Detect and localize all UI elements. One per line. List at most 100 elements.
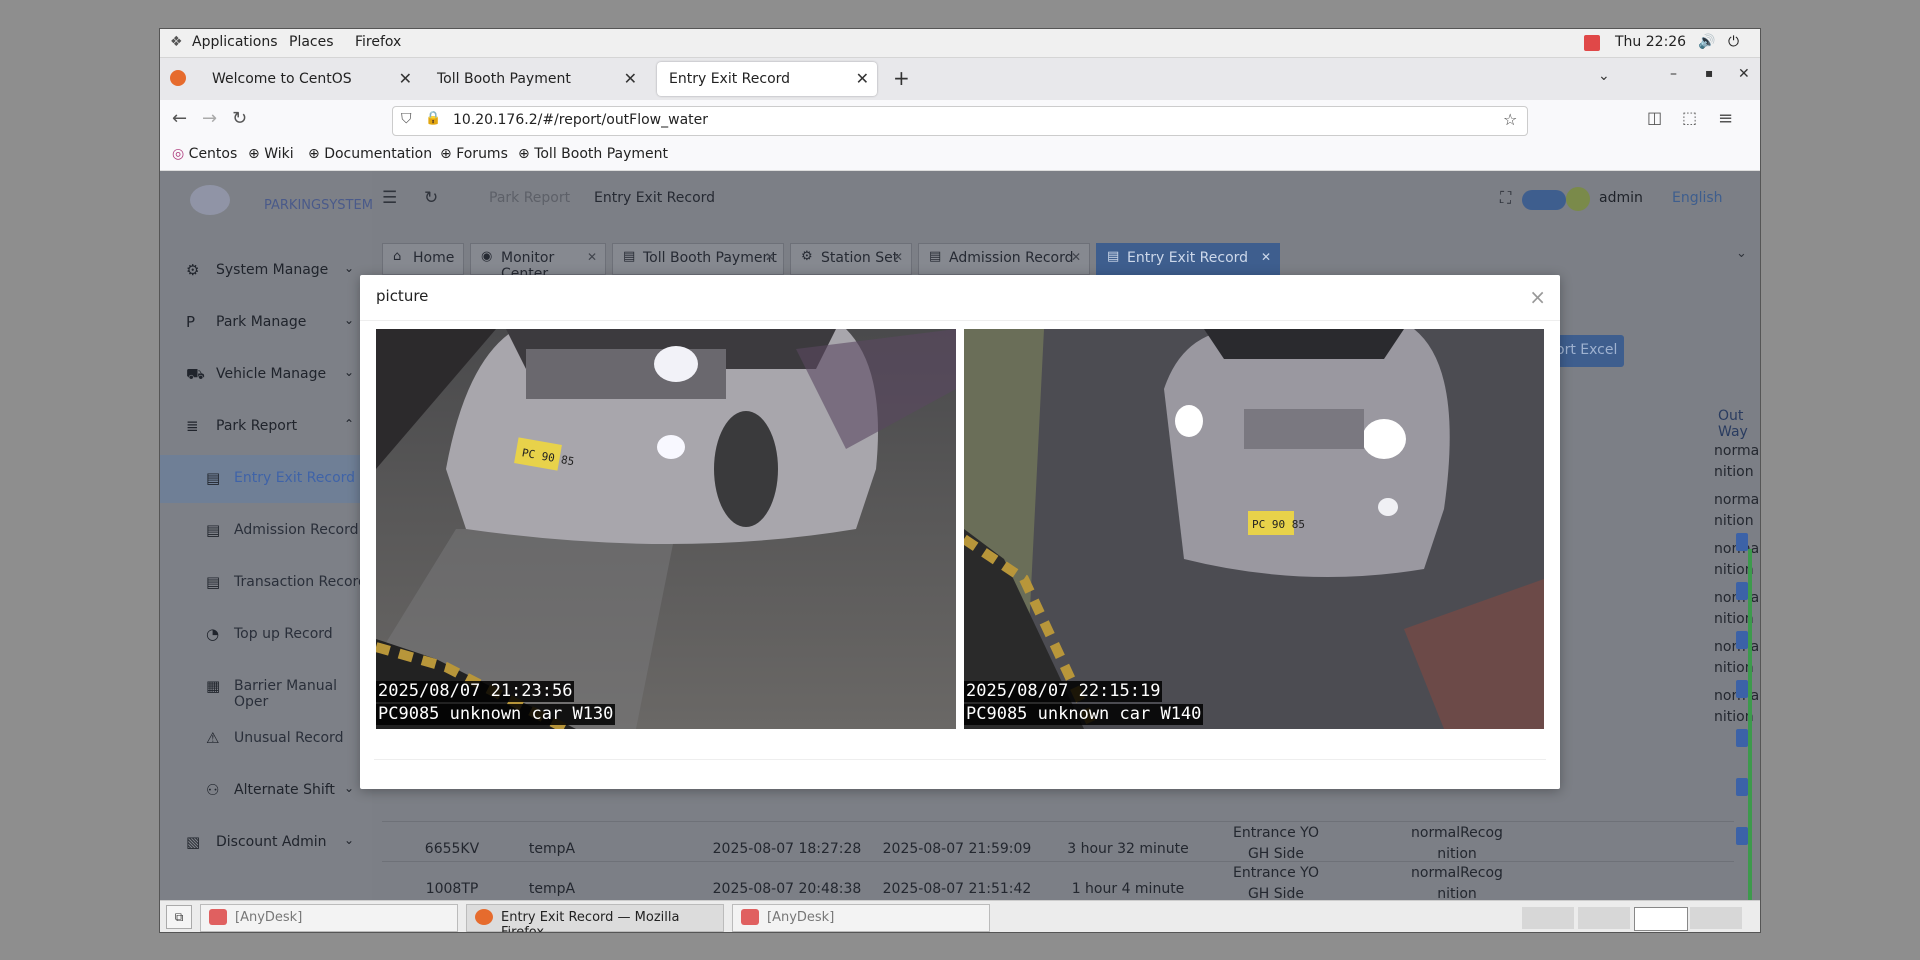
workspace-4[interactable] (1690, 907, 1742, 929)
lock-icon[interactable]: 🔒 (425, 111, 441, 126)
type-cell: tempA (528, 881, 576, 897)
username[interactable]: admin (1599, 190, 1643, 206)
view-button[interactable] (1736, 582, 1748, 600)
breadcrumb-entry-exit-record: Entry Exit Record (594, 190, 716, 206)
firefox-menu[interactable]: Firefox (355, 34, 401, 50)
tabs-chevron-down-icon[interactable]: ⌄ (1736, 246, 1747, 261)
volume-icon[interactable]: 🔊 (1698, 34, 1715, 50)
close-icon[interactable]: ✕ (399, 69, 412, 88)
taskbar-item-firefox[interactable]: Entry Exit Record — Mozilla Firefox (466, 904, 724, 932)
tab-label: Toll Booth Payment (643, 250, 777, 266)
tab-entry-exit-record[interactable]: Entry Exit Record ✕ (657, 62, 877, 96)
sidebar-item-unusual-record[interactable]: ⚠ Unusual Record (160, 715, 372, 763)
bookmark-wiki[interactable]: ⊕ Wiki (248, 146, 294, 162)
report-icon: ▤ (1107, 249, 1120, 264)
view-button[interactable] (1736, 680, 1748, 698)
taskbar-label: [AnyDesk] (235, 910, 303, 925)
extensions-icon[interactable]: ⬚ (1682, 108, 1697, 127)
clock[interactable]: Thu 22:26 (1615, 34, 1686, 50)
taskbar-item-anydesk[interactable]: [AnyDesk] (732, 904, 990, 932)
power-icon[interactable]: ⏻ (1728, 34, 1739, 50)
tab-entry-exit-record[interactable]: ▤ Entry Exit Record ✕ (1096, 243, 1280, 275)
tab-home[interactable]: ⌂ Home (382, 243, 464, 275)
recognition-cell: normalRecog nition (1411, 865, 1503, 900)
tab-toll-booth-payment[interactable]: Toll Booth Payment ✕ (425, 62, 645, 96)
close-icon[interactable]: ✕ (1071, 250, 1081, 264)
shield-icon[interactable]: ⛉ (401, 111, 412, 127)
forward-icon[interactable]: → (202, 108, 217, 129)
tab-welcome-centos[interactable]: Welcome to CentOS ✕ (200, 62, 420, 96)
back-icon[interactable]: ← (172, 108, 187, 129)
sidebar-item-discount-admin[interactable]: ▧ Discount Admin ⌄ (160, 819, 372, 867)
show-desktop-icon[interactable]: ⧉ (166, 905, 192, 929)
close-icon[interactable]: ✕ (765, 250, 775, 264)
out-way-cell: normalRecognition (1714, 492, 1760, 529)
collapse-menu-icon[interactable]: ☰ (382, 188, 397, 208)
anydesk-tray-icon[interactable] (1584, 35, 1600, 51)
avatar[interactable] (1566, 187, 1590, 211)
row-divider (382, 861, 1734, 862)
in-time-cell: 2025-08-07 18:27:28 (712, 841, 862, 857)
bookmark-forums[interactable]: ⊕ Forums (440, 146, 508, 162)
reload-icon[interactable]: ↻ (232, 108, 247, 129)
sidebar-item-entry-exit-record[interactable]: ▤ Entry Exit Record (160, 455, 372, 503)
tab-station-set[interactable]: ⚙ Station Set ✕ (790, 243, 912, 275)
taskbar-item-anydesk[interactable]: [AnyDesk] (200, 904, 458, 932)
close-icon[interactable]: × (1529, 285, 1546, 309)
sidebar-item-park-report[interactable]: ≣ Park Report ⌃ (160, 403, 372, 451)
chevron-down-icon[interactable]: ⌄ (1598, 68, 1610, 84)
bookmark-documentation[interactable]: ⊕ Documentation (308, 146, 432, 162)
url-bar[interactable]: ⛉ 🔒 10.20.176.2/#/report/outFlow_water ☆ (392, 106, 1528, 136)
close-icon[interactable]: ✕ (624, 69, 637, 88)
workspace-2[interactable] (1578, 907, 1630, 929)
browser-tab-strip: Welcome to CentOS ✕ Toll Booth Payment ✕… (160, 58, 1760, 100)
sidebar-item-park-manage[interactable]: P Park Manage ⌄ (160, 299, 372, 347)
applications-menu[interactable]: Applications (192, 34, 278, 50)
star-icon[interactable]: ☆ (1503, 110, 1517, 129)
minimize-icon[interactable]: – (1670, 66, 1677, 82)
pocket-icon[interactable]: ◫ (1647, 108, 1662, 127)
workspace-3[interactable] (1634, 907, 1688, 931)
parking-icon: P (186, 313, 196, 331)
bookmark-centos[interactable]: ◎ Centos (172, 146, 237, 162)
workspace-1[interactable] (1522, 907, 1574, 929)
sidebar-item-label: System Manage (216, 262, 329, 278)
view-button[interactable] (1736, 533, 1748, 551)
sidebar-item-vehicle-manage[interactable]: ⛟ Vehicle Manage ⌄ (160, 351, 372, 399)
refresh-icon[interactable]: ↻ (424, 188, 438, 208)
sidebar-item-admission-record[interactable]: ▤ Admission Record (160, 507, 372, 555)
tab-monitor-center[interactable]: ◉ Monitor Center ✕ (470, 243, 606, 282)
entry-photo: PC 90 85 2025/08/07 21:23:56 PC9085 unkn… (376, 329, 956, 729)
maximize-icon[interactable]: ▪ (1705, 66, 1713, 80)
new-tab-icon[interactable]: + (893, 66, 910, 90)
sidebar-item-transaction-record[interactable]: ▤ Transaction Record (160, 559, 372, 607)
coin-icon: ◔ (206, 625, 220, 643)
tab-toll-booth-payment[interactable]: ▤ Toll Booth Payment ✕ (612, 243, 784, 275)
window-close-icon[interactable]: ✕ (1738, 66, 1750, 82)
globe-icon: ⊕ (248, 146, 260, 162)
menu-icon[interactable]: ≡ (1718, 108, 1733, 129)
close-icon[interactable]: ✕ (587, 250, 597, 264)
close-icon[interactable]: ✕ (1261, 250, 1271, 264)
places-menu[interactable]: Places (289, 34, 334, 50)
close-icon[interactable]: ✕ (856, 69, 869, 88)
sidebar-item-system-manage[interactable]: ⚙ System Manage ⌄ (160, 247, 372, 295)
view-button[interactable] (1736, 729, 1748, 747)
sidebar-item-top-up-record[interactable]: ◔ Top up Record (160, 611, 372, 659)
view-button[interactable] (1736, 778, 1748, 796)
close-icon[interactable]: ✕ (893, 250, 903, 264)
language-select[interactable]: English (1672, 190, 1723, 206)
bookmark-toll-booth-payment[interactable]: ⊕ Toll Booth Payment (518, 146, 668, 162)
view-button[interactable] (1736, 827, 1748, 845)
theme-toggle[interactable] (1522, 190, 1566, 210)
station-icon: ⚙ (801, 249, 813, 264)
tab-admission-record[interactable]: ▤ Admission Record ✕ (918, 243, 1090, 275)
sidebar-item-alternate-shift[interactable]: ⚇ Alternate Shift ⌄ (160, 767, 372, 815)
out-way-header[interactable]: Out Way (1718, 408, 1760, 440)
sidebar-item-barrier-manual-oper[interactable]: ▦ Barrier Manual Oper (160, 663, 372, 711)
url-text[interactable]: 10.20.176.2/#/report/outFlow_water (453, 112, 708, 128)
view-button[interactable] (1736, 631, 1748, 649)
breadcrumb-park-report[interactable]: Park Report (489, 190, 570, 206)
fullscreen-icon[interactable]: ⛶ (1500, 188, 1511, 208)
sidebar-item-label: Barrier Manual Oper (234, 678, 338, 710)
